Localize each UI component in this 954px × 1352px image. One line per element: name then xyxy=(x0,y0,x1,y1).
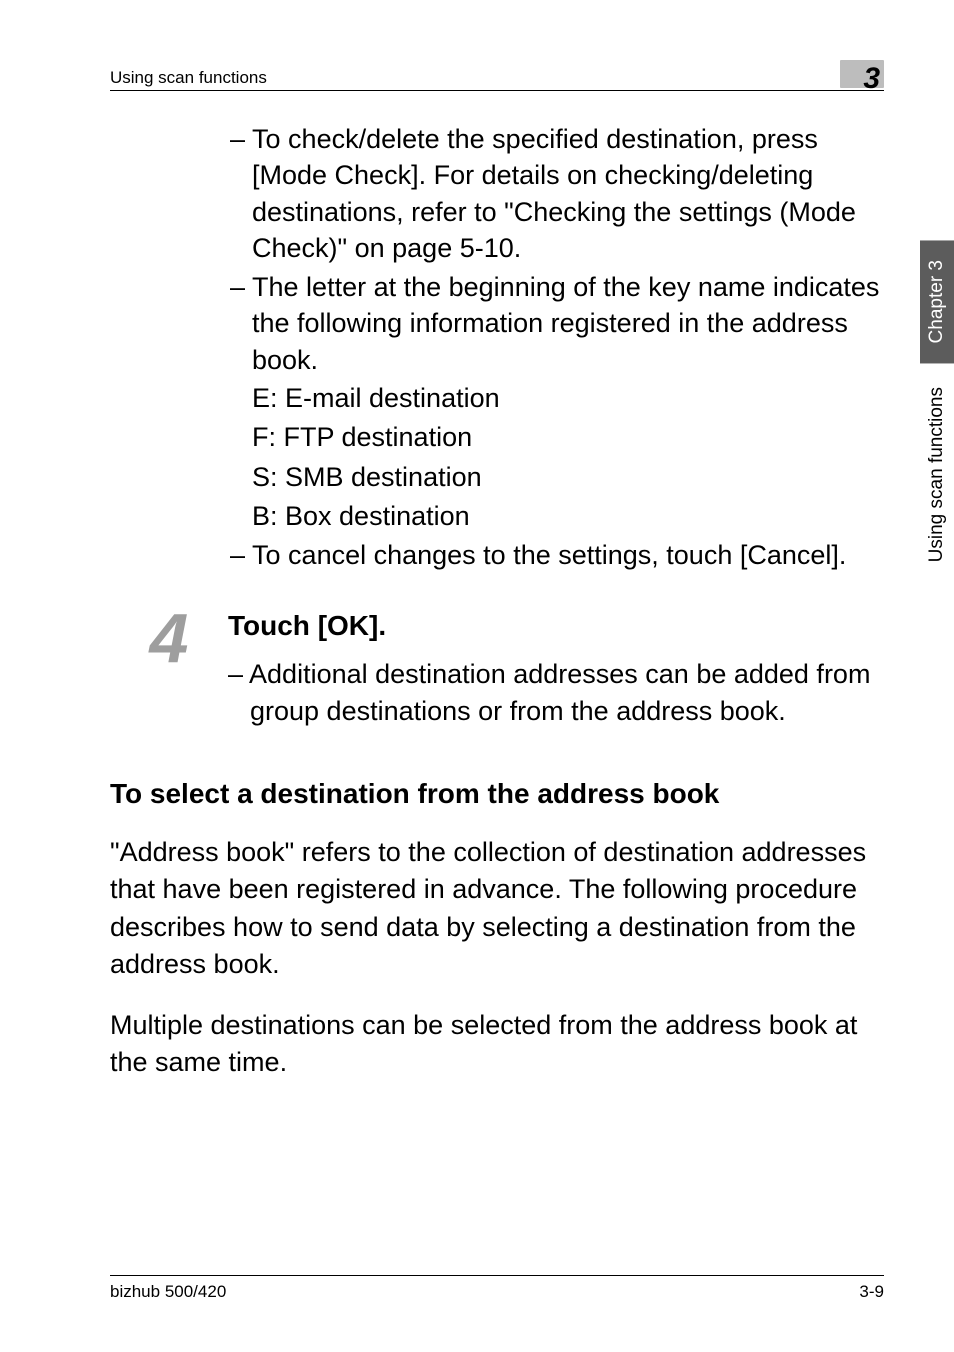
page-header: Using scan functions 3 xyxy=(110,60,884,91)
header-title: Using scan functions xyxy=(110,68,267,88)
bullet-item: – To cancel changes to the settings, tou… xyxy=(230,537,884,573)
section-heading: To select a destination from the address… xyxy=(110,778,884,810)
bullet-item: – To check/delete the specified destinat… xyxy=(230,121,884,267)
bullet-subitem: B: Box destination xyxy=(230,498,884,535)
step-number: 4 xyxy=(140,610,198,666)
chapter-badge: 3 xyxy=(840,60,884,88)
step-title: Touch [OK]. xyxy=(228,610,884,642)
step-body: Touch [OK]. – Additional destination add… xyxy=(228,610,884,731)
side-tab-chapter: Chapter 3 xyxy=(920,240,954,363)
chapter-box: 3 xyxy=(840,60,884,88)
chapter-number: 3 xyxy=(863,64,880,94)
bullet-block: – To check/delete the specified destinat… xyxy=(230,121,884,574)
bullet-subitem: F: FTP destination xyxy=(230,419,884,456)
body-paragraph: "Address book" refers to the collection … xyxy=(110,834,884,983)
body-paragraph: Multiple destinations can be selected fr… xyxy=(110,1007,884,1082)
step-row: 4 Touch [OK]. – Additional destination a… xyxy=(140,610,884,731)
bullet-item: – The letter at the beginning of the key… xyxy=(230,269,884,378)
bullet-subitem: S: SMB destination xyxy=(230,459,884,496)
side-tab-title: Using scan functions xyxy=(920,377,954,572)
page-footer: bizhub 500/420 3-9 xyxy=(110,1275,884,1302)
step-note: – Additional destination addresses can b… xyxy=(228,656,884,731)
bullet-subitem: E: E-mail destination xyxy=(230,380,884,417)
footer-right: 3-9 xyxy=(859,1282,884,1302)
page-container: Using scan functions 3 – To check/delete… xyxy=(0,0,954,1352)
side-tab: Chapter 3 Using scan functions xyxy=(920,240,954,573)
footer-left: bizhub 500/420 xyxy=(110,1282,226,1302)
